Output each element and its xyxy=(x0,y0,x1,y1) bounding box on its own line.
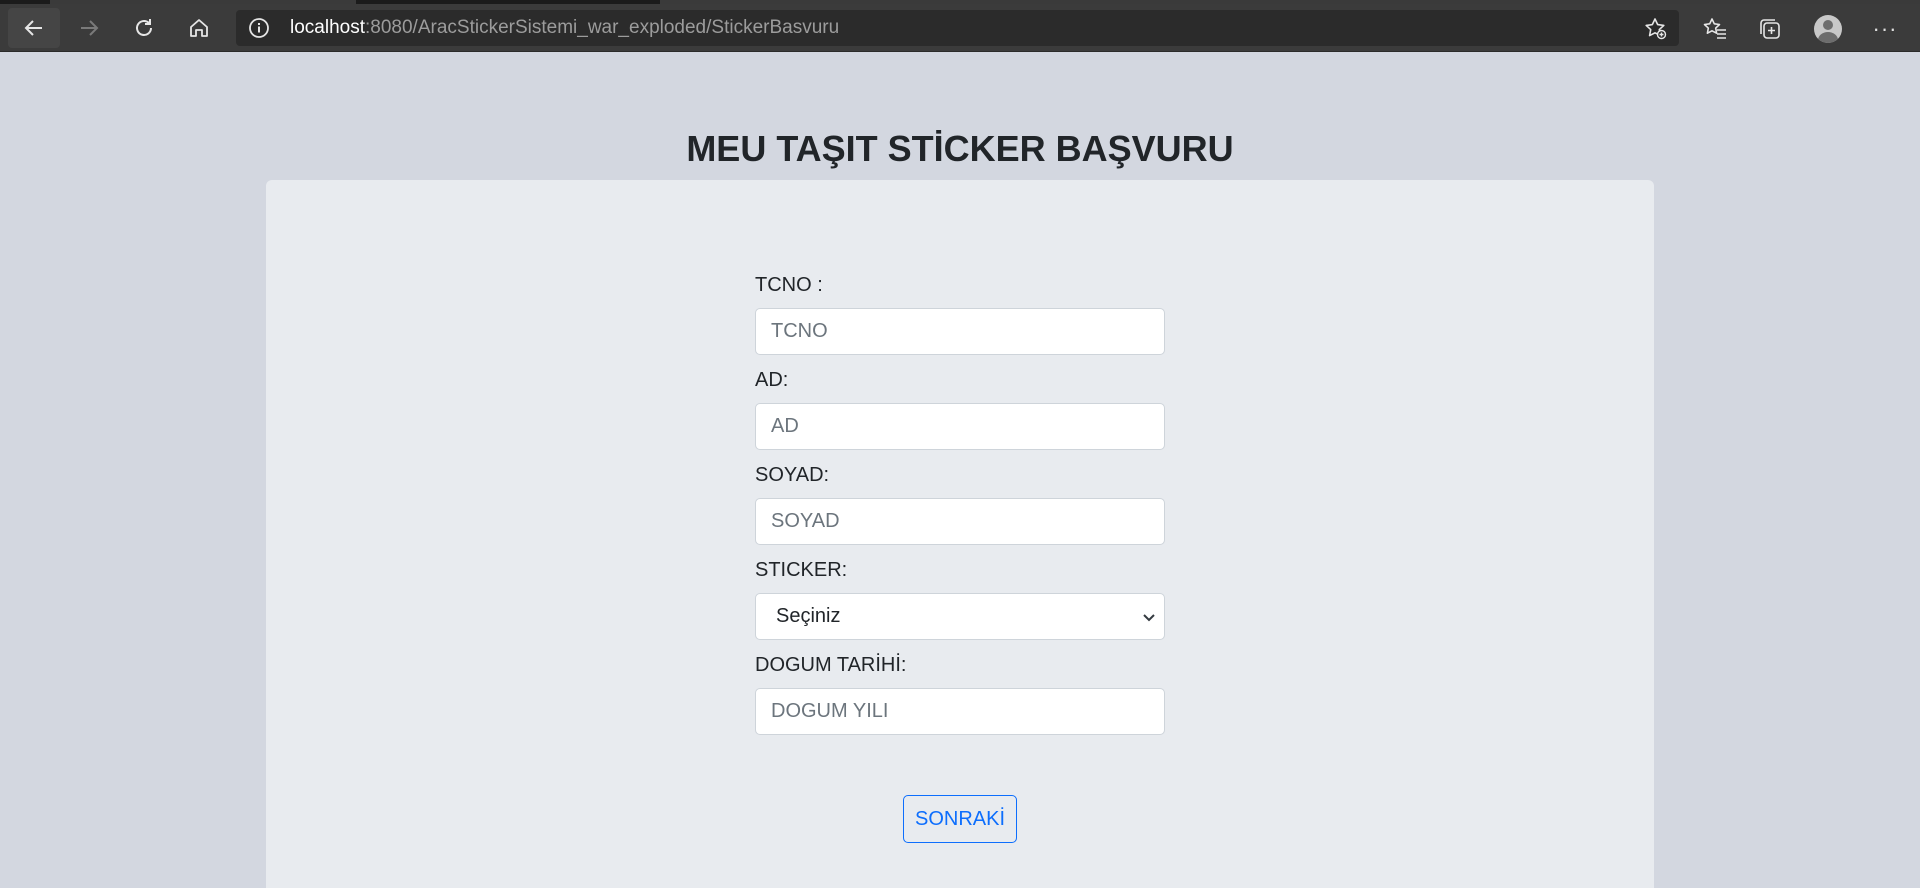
home-icon xyxy=(190,19,208,37)
sonraki-button[interactable]: SONRAKİ xyxy=(903,795,1017,843)
arrow-left-icon xyxy=(24,20,42,36)
tcno-input[interactable] xyxy=(755,308,1165,355)
page-title: MEU TAŞIT STİCKER BAŞVURU xyxy=(686,128,1234,169)
avatar xyxy=(1814,15,1842,43)
home-button[interactable] xyxy=(173,8,225,48)
sticker-selected-value: Seçiniz xyxy=(776,605,841,627)
soyad-input[interactable] xyxy=(755,498,1165,545)
address-bar[interactable]: localhost:8080/AracStickerSistemi_war_ex… xyxy=(236,10,1679,46)
dogum-yili-input[interactable] xyxy=(755,688,1165,735)
more-options-icon[interactable]: ··· xyxy=(1870,14,1900,44)
reload-icon xyxy=(136,19,152,36)
url-path: :8080/AracStickerSistemi_war_exploded/St… xyxy=(365,17,840,38)
ad-label: AD: xyxy=(755,369,789,391)
soyad-label: SOYAD: xyxy=(755,464,830,486)
ad-input[interactable] xyxy=(755,403,1165,450)
profile-avatar-icon[interactable] xyxy=(1813,14,1843,44)
url-host: localhost xyxy=(290,17,365,38)
dogum-tarihi-label: DOGUM TARİHİ: xyxy=(755,654,907,676)
sticker-label: STICKER: xyxy=(755,559,848,581)
tcno-label: TCNO : xyxy=(755,274,823,296)
favorites-icon[interactable] xyxy=(1700,14,1730,44)
browser-toolbar: localhost:8080/AracStickerSistemi_war_ex… xyxy=(0,4,1920,52)
info-icon[interactable] xyxy=(248,17,270,39)
chevron-down-icon xyxy=(1143,614,1155,622)
sticker-select[interactable]: Seçiniz xyxy=(755,593,1165,640)
reload-button[interactable] xyxy=(118,8,170,48)
url-text[interactable]: localhost:8080/AracStickerSistemi_war_ex… xyxy=(290,18,839,38)
arrow-right-icon xyxy=(81,20,99,36)
back-button[interactable] xyxy=(8,8,60,48)
add-favorite-star-icon[interactable] xyxy=(1643,16,1667,40)
forward-button[interactable] xyxy=(63,8,115,48)
collections-icon[interactable] xyxy=(1755,14,1785,44)
